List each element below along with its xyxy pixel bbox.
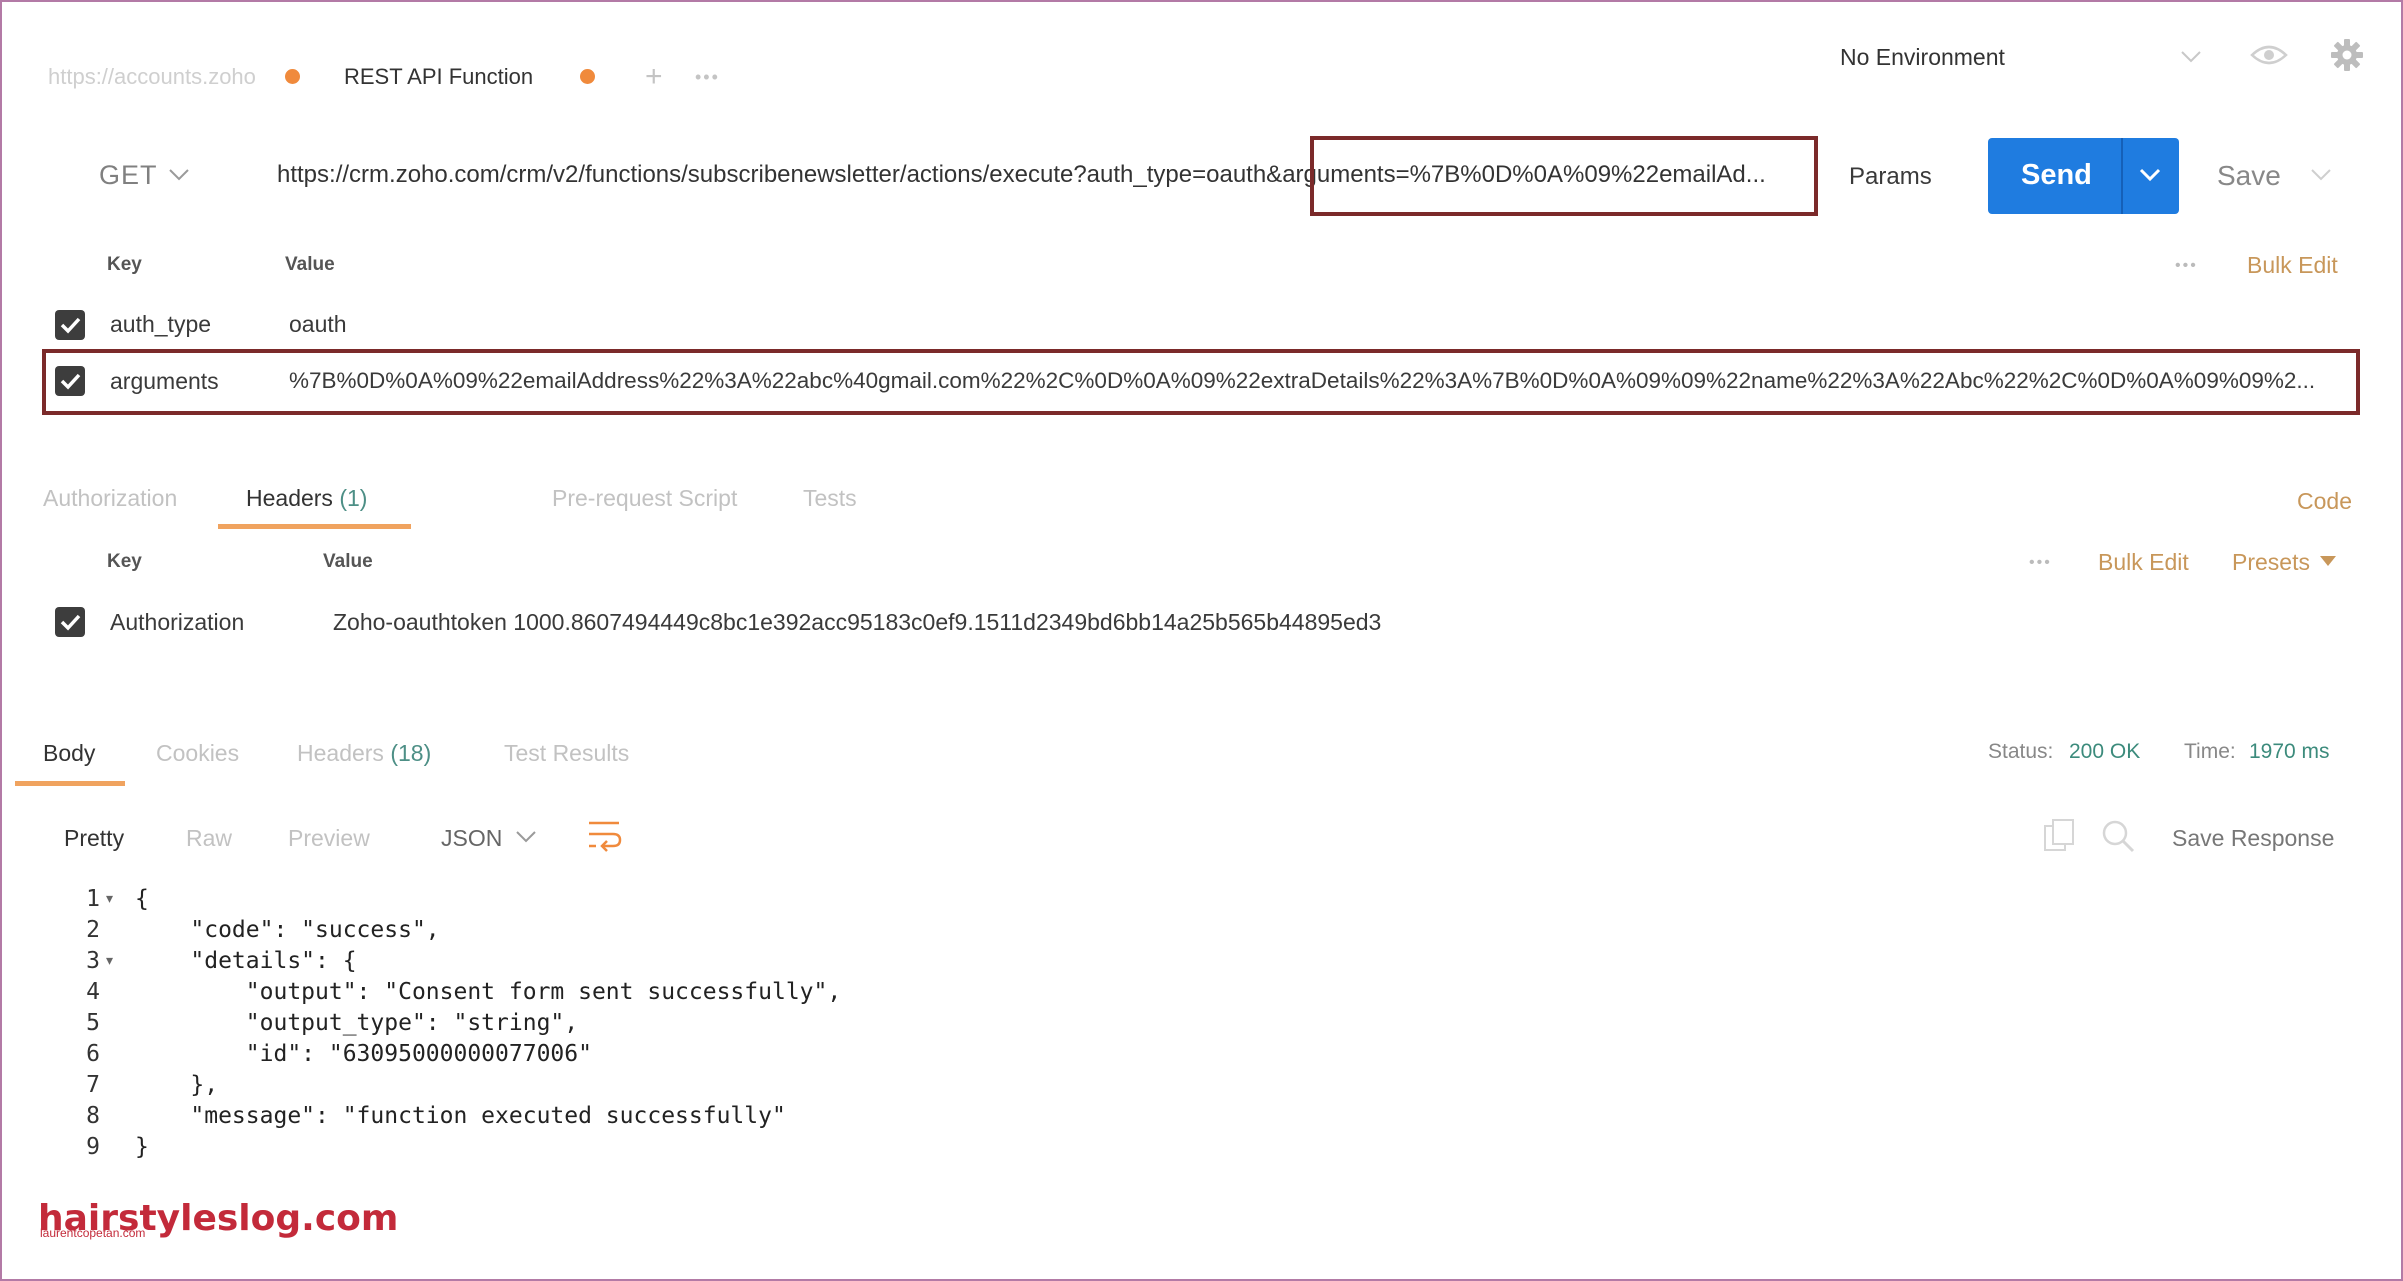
code-link[interactable]: Code: [2297, 488, 2352, 515]
param-checkbox[interactable]: [55, 366, 85, 396]
code-text: "message": "function executed successful…: [135, 1103, 786, 1129]
environment-select[interactable]: No Environment: [1840, 44, 2005, 71]
params-bulk-edit[interactable]: Bulk Edit: [2247, 252, 2338, 279]
code-text: "output": "Consent form sent successfull…: [135, 979, 842, 1005]
line-number: 7: [86, 1072, 100, 1098]
param-key[interactable]: auth_type: [110, 311, 211, 338]
watermark-subtext: laurentcopetan.com: [40, 1226, 146, 1240]
tab-tests[interactable]: Tests: [803, 485, 857, 512]
header-checkbox[interactable]: [55, 607, 85, 637]
save-response-button[interactable]: Save Response: [2172, 825, 2334, 852]
tab-headers[interactable]: Headers (1): [246, 485, 367, 512]
url-highlight-box: [1310, 136, 1818, 216]
params-value-header: Value: [285, 254, 335, 275]
status-value: 200 OK: [2069, 740, 2141, 763]
params-key-header: Key: [107, 254, 142, 275]
unsaved-dot-icon: [285, 69, 300, 84]
view-pretty[interactable]: Pretty: [64, 825, 124, 852]
line-number: 9: [86, 1134, 100, 1160]
params-button[interactable]: Params: [1849, 163, 1932, 191]
tab-response-headers[interactable]: Headers (18): [297, 740, 431, 767]
chevron-down-icon[interactable]: [2139, 168, 2161, 182]
param-checkbox[interactable]: [55, 310, 85, 340]
line-number: 3: [86, 948, 100, 974]
fold-toggle-icon[interactable]: ▾: [106, 890, 113, 907]
unsaved-dot-icon: [580, 69, 595, 84]
more-options-icon[interactable]: •••: [2029, 548, 2052, 578]
save-button[interactable]: Save: [2217, 160, 2281, 192]
active-tab-underline: [15, 781, 125, 786]
code-text: "id": "63095000000077006": [135, 1041, 592, 1067]
caret-down-icon[interactable]: [2320, 556, 2336, 566]
chevron-down-icon[interactable]: [515, 830, 537, 844]
chevron-down-icon[interactable]: [168, 168, 190, 182]
more-tabs-icon[interactable]: •••: [695, 62, 720, 92]
presets-dropdown[interactable]: Presets: [2232, 549, 2310, 576]
gear-icon[interactable]: [2330, 38, 2364, 72]
tab-test-results[interactable]: Test Results: [504, 740, 629, 767]
code-text: "output_type": "string",: [135, 1010, 579, 1036]
param-key[interactable]: arguments: [110, 368, 219, 395]
time-value: 1970 ms: [2249, 740, 2330, 763]
status-label: Status:: [1988, 740, 2054, 763]
line-number: 1: [86, 886, 100, 912]
wrap-lines-icon[interactable]: [587, 818, 623, 852]
line-number: 4: [86, 979, 100, 1005]
code-text: "details": {: [135, 948, 357, 974]
tab-headers-label: Headers: [246, 485, 333, 511]
add-tab-icon[interactable]: +: [645, 62, 663, 92]
chevron-down-icon[interactable]: [2310, 168, 2332, 182]
method-select[interactable]: GET: [99, 160, 158, 191]
tab-authorization[interactable]: Authorization: [43, 485, 177, 512]
code-text: "code": "success",: [135, 917, 440, 943]
param-value[interactable]: %7B%0D%0A%09%22emailAddress%22%3A%22abc%…: [289, 368, 2315, 394]
code-text: }: [135, 1134, 149, 1160]
tab-pre-request-script[interactable]: Pre-request Script: [552, 485, 737, 512]
copy-icon[interactable]: [2043, 818, 2077, 854]
tab-body[interactable]: Body: [43, 740, 95, 767]
send-button-label: Send: [2021, 159, 2092, 191]
send-divider: [2121, 138, 2123, 214]
tab-cookies[interactable]: Cookies: [156, 740, 239, 767]
line-number: 2: [86, 917, 100, 943]
line-number: 6: [86, 1041, 100, 1067]
line-number: 8: [86, 1103, 100, 1129]
active-tab-underline: [218, 524, 411, 529]
view-preview[interactable]: Preview: [288, 825, 370, 852]
chevron-down-icon[interactable]: [2180, 50, 2202, 64]
tab-headers-count: (1): [339, 485, 368, 511]
header-value[interactable]: Zoho-oauthtoken 1000.8607494449c8bc1e392…: [333, 609, 1381, 636]
tab-response-headers-count: (18): [390, 740, 432, 766]
time-label: Time:: [2184, 740, 2236, 763]
more-options-icon[interactable]: •••: [2175, 251, 2198, 281]
format-select[interactable]: JSON: [441, 825, 502, 852]
headers-bulk-edit[interactable]: Bulk Edit: [2098, 549, 2189, 576]
eye-icon[interactable]: [2250, 42, 2288, 68]
line-number: 5: [86, 1010, 100, 1036]
code-text: {: [135, 886, 149, 912]
headers-key-header: Key: [107, 551, 142, 572]
tab-accounts-zoho[interactable]: https://accounts.zoho: [48, 64, 256, 90]
headers-value-header: Value: [323, 551, 373, 572]
tab-rest-api-function[interactable]: REST API Function: [344, 64, 533, 90]
param-value[interactable]: oauth: [289, 311, 347, 338]
view-raw[interactable]: Raw: [186, 825, 232, 852]
search-icon[interactable]: [2100, 818, 2136, 854]
fold-toggle-icon[interactable]: ▾: [106, 952, 113, 969]
tab-response-headers-label: Headers: [297, 740, 384, 766]
code-text: },: [135, 1072, 219, 1098]
send-button[interactable]: Send: [1988, 138, 2179, 214]
header-key[interactable]: Authorization: [110, 609, 244, 636]
